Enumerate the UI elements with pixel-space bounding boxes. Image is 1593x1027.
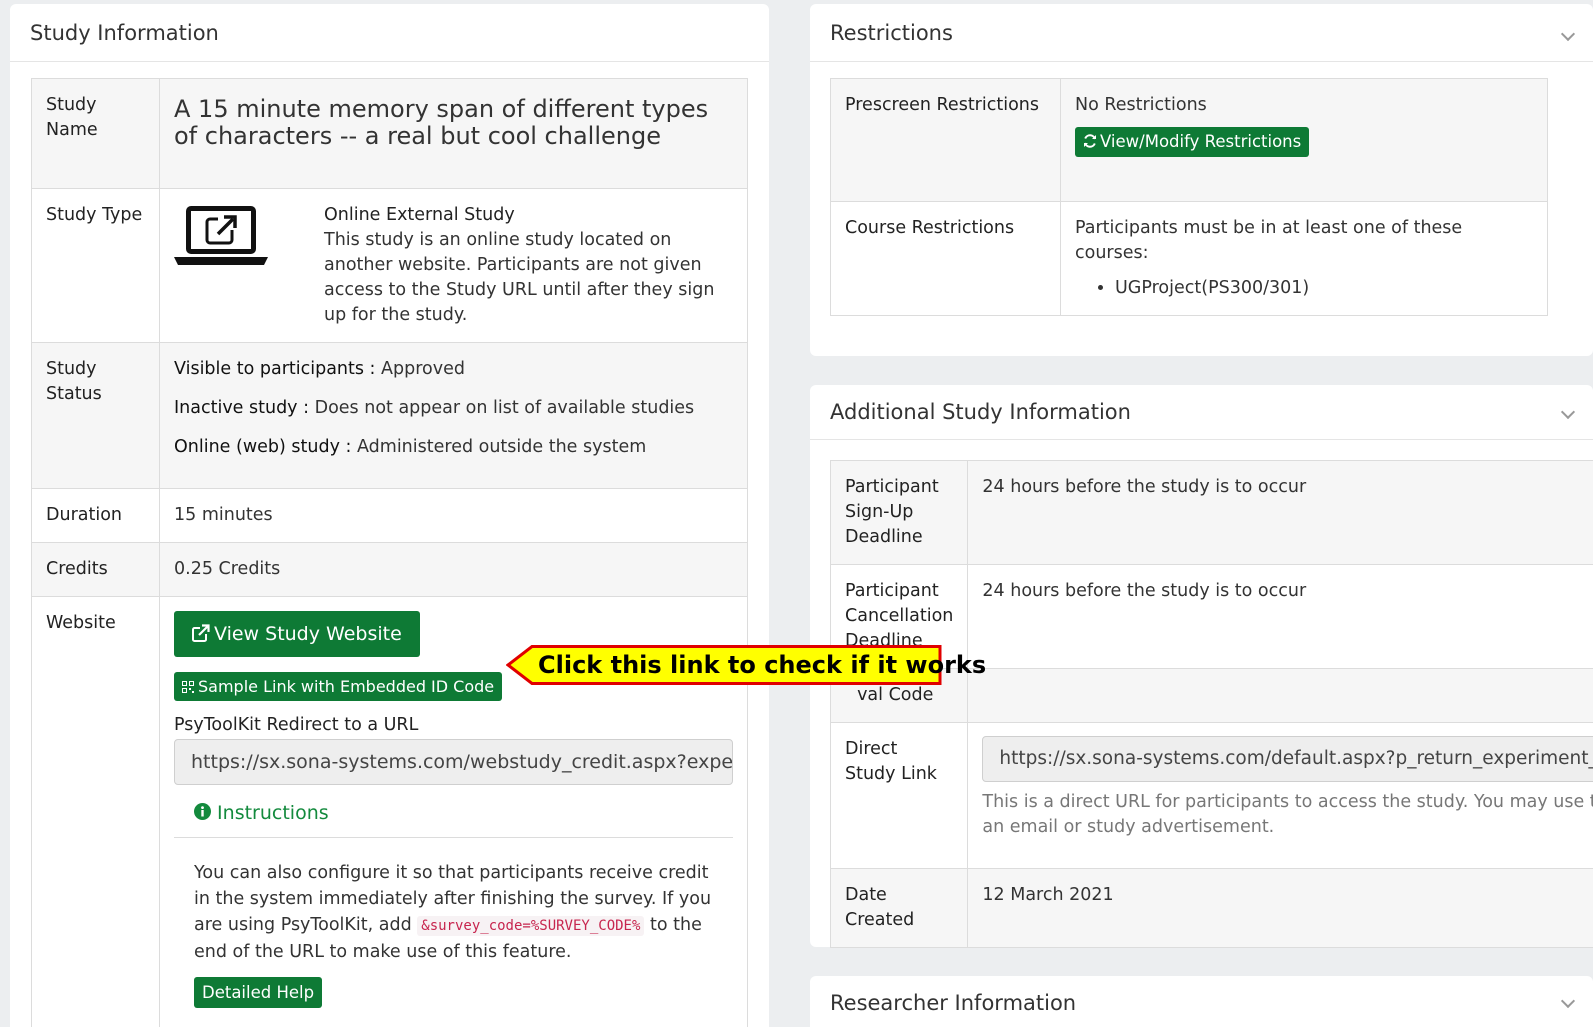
redirect-url-input[interactable]: https://sx.sona-systems.com/webstudy_cre… [174, 739, 733, 785]
status-item: Visible to participants : Approved [174, 359, 465, 379]
view-study-website-button[interactable]: View Study Website [174, 611, 420, 657]
sample-link-button[interactable]: Sample Link with Embedded ID Code [174, 672, 503, 702]
chevron-down-icon[interactable] [1560, 404, 1576, 420]
instructions-toggle[interactable]: Instructions [194, 802, 329, 824]
signup-deadline-label: Participant Sign-Up Deadline [829, 460, 969, 565]
website-label: Website [31, 596, 160, 1027]
researcher-information-panel: Researcher Information [810, 976, 1593, 1027]
restrictions-table: Prescreen Restrictions No Restrictions V… [830, 78, 1548, 316]
panel-title: Study Information [10, 4, 769, 62]
direct-link-label: Direct Study Link [829, 722, 969, 869]
annotation-callout: Click this link to check if it works [506, 645, 987, 685]
row-signup-deadline: Participant Sign-Up Deadline 24 hours be… [829, 460, 1593, 565]
survey-code-snippet: &survey_code=%SURVEY_CODE% [417, 916, 645, 936]
direct-link-help: This is a direct URL for participants to… [982, 792, 1593, 837]
row-prescreen: Prescreen Restrictions No Restrictions V… [830, 78, 1548, 202]
study-name-label: Study Name [31, 78, 160, 189]
list-item: UGProject(PS300/301) [1115, 276, 1533, 301]
qrcode-icon [182, 673, 194, 702]
study-information-panel: Study Information Study Name A 15 minute… [10, 4, 769, 1027]
cancel-deadline-value: 24 hours before the study is to occur [967, 564, 1593, 669]
study-type-description: This study is an online study located on… [324, 230, 715, 325]
course-label: Course Restrictions [830, 201, 1061, 316]
course-value: Participants must be in at least one of … [1075, 218, 1463, 263]
detailed-help-button[interactable]: Detailed Help [194, 977, 323, 1008]
prescreen-value: No Restrictions [1075, 95, 1207, 115]
duration-value: 15 minutes [159, 488, 748, 543]
date-created-label: Date Created [829, 868, 969, 948]
row-direct-link: Direct Study Link https://sx.sona-system… [829, 722, 1593, 869]
additional-info-table: Participant Sign-Up Deadline 24 hours be… [829, 460, 1593, 948]
status-item: Online (web) study : Administered outsid… [174, 437, 647, 457]
direct-study-link-input[interactable]: https://sx.sona-systems.com/default.aspx… [982, 736, 1593, 782]
view-modify-restrictions-button[interactable]: View/Modify Restrictions [1075, 127, 1310, 158]
refresh-icon [1083, 128, 1097, 158]
study-info-table: Study Name A 15 minute memory span of di… [31, 78, 748, 1027]
laptop-external-link-icon [174, 203, 324, 328]
panel-title[interactable]: Researcher Information [810, 976, 1593, 1027]
redirect-label: PsyToolKit Redirect to a URL [174, 715, 419, 735]
instructions-body: You can also configure it so that partic… [174, 838, 733, 1008]
row-study-type: Study Type Online External Study This st… [31, 188, 748, 343]
row-study-status: Study Status Visible to participants : A… [31, 342, 748, 489]
callout-text: Click this link to check if it works [538, 651, 987, 679]
prescreen-label: Prescreen Restrictions [830, 78, 1061, 202]
approval-code-label: val Code [857, 685, 934, 705]
course-list: UGProject(PS300/301) [1075, 276, 1533, 301]
status-item: Inactive study : Does not appear on list… [174, 398, 695, 418]
signup-deadline-value: 24 hours before the study is to occur [967, 460, 1593, 565]
info-circle-icon [194, 802, 211, 827]
external-link-icon [192, 613, 210, 659]
panel-title[interactable]: Additional Study Information [810, 385, 1593, 440]
row-study-name: Study Name A 15 minute memory span of di… [31, 78, 748, 189]
row-credits: Credits 0.25 Credits [31, 542, 748, 597]
date-created-value: 12 March 2021 [967, 868, 1593, 948]
study-name-value: A 15 minute memory span of different typ… [174, 95, 709, 150]
panel-title[interactable]: Restrictions [810, 4, 1593, 62]
duration-label: Duration [31, 488, 160, 543]
restrictions-panel: Restrictions Prescreen Restrictions No R… [810, 4, 1593, 356]
credits-label: Credits [31, 542, 160, 597]
credits-value: 0.25 Credits [159, 542, 748, 597]
study-status-label: Study Status [31, 342, 160, 489]
chevron-down-icon[interactable] [1560, 993, 1576, 1009]
row-date-created: Date Created 12 March 2021 [829, 868, 1593, 948]
chevron-down-icon[interactable] [1560, 26, 1576, 42]
study-type-title: Online External Study [324, 205, 515, 225]
row-course: Course Restrictions Participants must be… [830, 201, 1548, 316]
row-duration: Duration 15 minutes [31, 488, 748, 543]
study-type-label: Study Type [31, 188, 160, 343]
